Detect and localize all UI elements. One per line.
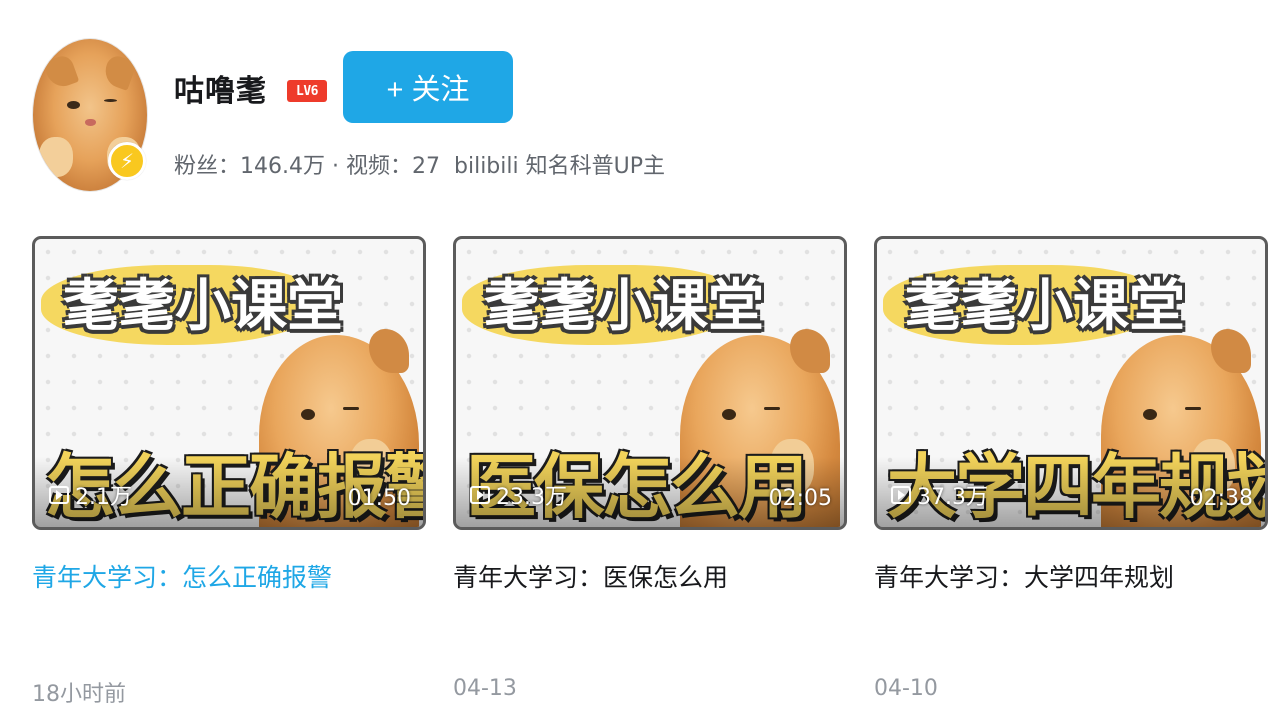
level-badge: LV6 bbox=[287, 80, 327, 102]
cat-ear bbox=[42, 53, 80, 91]
video-date: 18小时前 bbox=[32, 682, 126, 707]
view-count-text: 2.1万 bbox=[75, 485, 132, 510]
view-count-text: 37.3万 bbox=[917, 485, 988, 510]
video-title-link[interactable]: 青年大学习：医保怎么用 bbox=[453, 558, 847, 594]
cat-paw bbox=[39, 137, 73, 177]
cat-ear bbox=[790, 329, 830, 373]
verify-description: bilibili 知名科普UP主 bbox=[454, 154, 665, 179]
username[interactable]: 咕噜耄 bbox=[174, 66, 267, 110]
video-duration: 02:38 bbox=[1189, 486, 1253, 511]
videos-label: 视频： bbox=[345, 154, 412, 179]
cat-eye bbox=[301, 409, 315, 420]
play-count-icon bbox=[49, 486, 69, 504]
cat-eye-wink bbox=[1185, 407, 1201, 410]
video-card: 耄耄小课堂 医保怎么用 23.3万 02:05 青年大学习：医保怎么用 04-1… bbox=[453, 236, 847, 701]
cat-eye-wink bbox=[764, 407, 780, 410]
cat-ear bbox=[369, 329, 409, 373]
view-count: 37.3万 bbox=[891, 479, 988, 511]
cat-eye bbox=[1143, 409, 1157, 420]
video-date: 04-13 bbox=[453, 676, 517, 701]
cat-ear bbox=[100, 53, 138, 91]
video-title-link[interactable]: 青年大学习：怎么正确报警 bbox=[32, 558, 426, 594]
videos-count: 27 bbox=[412, 154, 440, 179]
fans-count: 146.4万 bbox=[240, 154, 325, 179]
video-card: 耄耄小课堂 怎么正确报警 2.1万 01:50 青年大学习：怎么正确报警 18小… bbox=[32, 236, 426, 708]
play-count-icon bbox=[470, 486, 490, 504]
video-duration: 01:50 bbox=[347, 486, 411, 511]
video-title-link[interactable]: 青年大学习：大学四年规划 bbox=[874, 558, 1268, 594]
cat-ear bbox=[1211, 329, 1251, 373]
play-count-icon bbox=[891, 486, 911, 504]
cat-eye bbox=[722, 409, 736, 420]
cat-eye-wink bbox=[343, 407, 359, 410]
thumb-series-text: 耄耄小课堂 bbox=[484, 274, 764, 339]
video-date: 04-10 bbox=[874, 676, 938, 701]
view-count: 23.3万 bbox=[470, 479, 567, 511]
cat-eye bbox=[67, 101, 80, 109]
video-thumbnail[interactable]: 耄耄小课堂 大学四年规划 37.3万 02:38 bbox=[874, 236, 1268, 530]
thumb-series-text: 耄耄小课堂 bbox=[905, 274, 1185, 339]
video-thumbnail[interactable]: 耄耄小课堂 怎么正确报警 2.1万 01:50 bbox=[32, 236, 426, 530]
video-card: 耄耄小课堂 大学四年规划 37.3万 02:38 青年大学习：大学四年规划 04… bbox=[874, 236, 1268, 701]
view-count-text: 23.3万 bbox=[496, 485, 567, 510]
stats-separator: · bbox=[325, 154, 346, 179]
video-thumbnail[interactable]: 耄耄小课堂 医保怎么用 23.3万 02:05 bbox=[453, 236, 847, 530]
cat-nose bbox=[85, 119, 96, 126]
video-duration: 02:05 bbox=[768, 486, 832, 511]
thumb-series-text: 耄耄小课堂 bbox=[63, 274, 343, 339]
lightning-icon: ⚡ bbox=[108, 142, 146, 180]
user-stats: 粉丝：146.4万 · 视频：27 bilibili 知名科普UP主 bbox=[174, 148, 665, 180]
follow-button[interactable]: + 关注 bbox=[343, 51, 513, 123]
view-count: 2.1万 bbox=[49, 479, 132, 511]
cat-eye-wink bbox=[104, 99, 117, 102]
up-card: ⚡ 咕噜耄 LV6 + 关注 粉丝：146.4万 · 视频：27 bilibil… bbox=[0, 0, 1280, 720]
fans-label: 粉丝： bbox=[174, 154, 241, 179]
